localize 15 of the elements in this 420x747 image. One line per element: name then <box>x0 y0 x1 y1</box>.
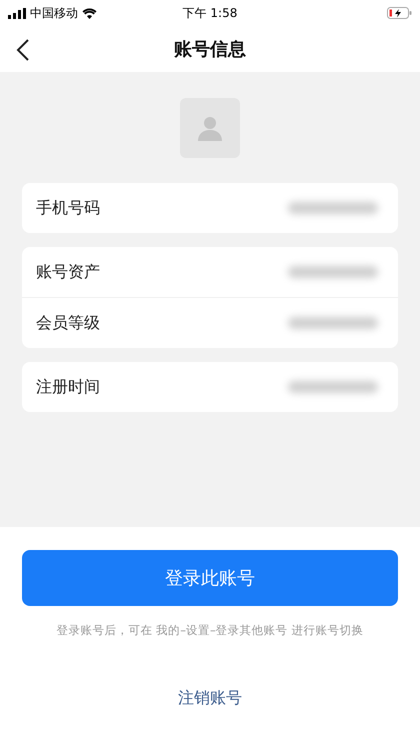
row-label: 手机号码 <box>36 198 100 218</box>
person-icon <box>197 115 223 141</box>
row-label: 注册时间 <box>36 376 100 398</box>
back-icon[interactable] <box>16 38 30 62</box>
battery-icon <box>387 7 412 19</box>
row-label: 会员等级 <box>36 312 100 334</box>
login-button[interactable]: 登录此账号 <box>22 550 398 606</box>
row-label: 账号资产 <box>36 262 100 282</box>
wifi-icon <box>82 8 97 18</box>
signal-icon <box>8 8 26 18</box>
hint-text: 登录账号后，可在 我的–设置–登录其他账号 进行账号切换 <box>56 623 364 638</box>
carrier-name: 中国移动 <box>30 4 78 22</box>
status-time: 下午 1:58 <box>182 4 238 22</box>
page-title: 账号信息 <box>174 38 246 61</box>
cancel-account-link[interactable]: 注销账号 <box>178 688 242 709</box>
